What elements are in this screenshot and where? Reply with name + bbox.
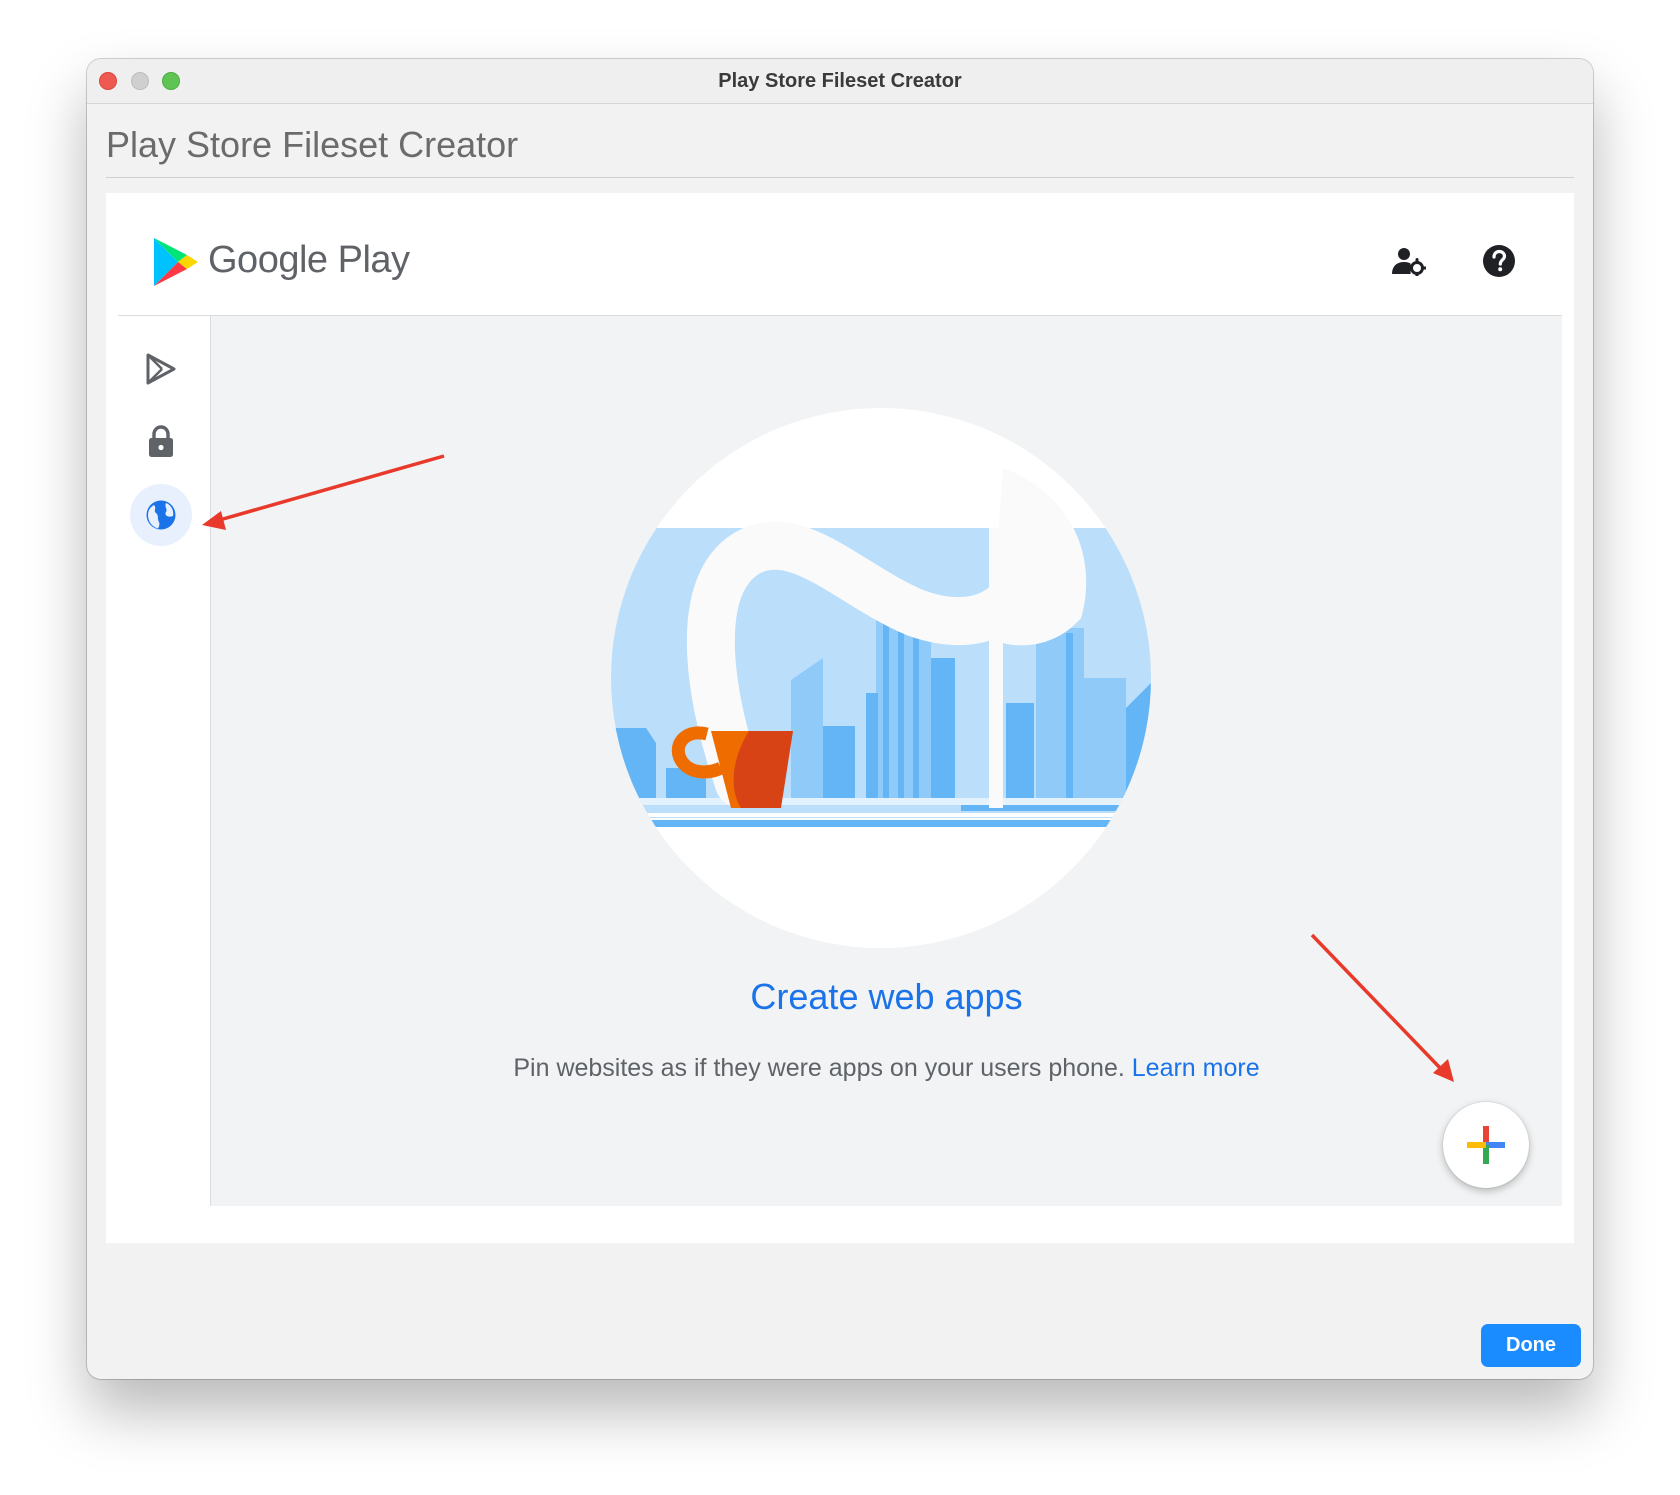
- sidebar-item-apps[interactable]: [130, 338, 192, 400]
- plus-icon: [1467, 1126, 1505, 1164]
- dialog-divider: [106, 177, 1574, 178]
- app-window: Play Store Fileset Creator Play Store Fi…: [87, 59, 1593, 1379]
- admin-settings-icon: [1392, 248, 1426, 276]
- title-bar: Play Store Fileset Creator: [87, 59, 1593, 104]
- add-web-app-button[interactable]: [1443, 1102, 1529, 1188]
- learn-more-link[interactable]: Learn more: [1132, 1054, 1260, 1082]
- side-navigation: [118, 316, 211, 1206]
- web-content-panel: Google Play Create web apps Pin websites…: [106, 193, 1574, 1243]
- sidebar-item-security[interactable]: [130, 410, 192, 472]
- main-content: Create web apps Pin websites as if they …: [211, 316, 1562, 1206]
- web-apps-illustration: [611, 408, 1151, 948]
- help-button[interactable]: [1477, 239, 1521, 283]
- done-button[interactable]: Done: [1481, 1324, 1581, 1367]
- empty-state-description-text: Pin websites as if they were apps on you…: [513, 1054, 1125, 1082]
- empty-state-title: Create web apps: [750, 976, 1023, 1017]
- dialog-title: Play Store Fileset Creator: [106, 124, 519, 165]
- google-play-wordmark: Google Play: [208, 239, 410, 281]
- google-play-logo-icon: [154, 238, 198, 286]
- window-title: Play Store Fileset Creator: [718, 70, 962, 92]
- globe-icon: [146, 500, 176, 530]
- admin-settings-button[interactable]: [1387, 239, 1431, 283]
- help-icon: [1483, 245, 1515, 277]
- lock-icon: [149, 425, 173, 457]
- play-icon: [146, 353, 176, 385]
- sidebar-item-web-apps[interactable]: [130, 484, 192, 546]
- empty-state-description: Pin websites as if they were apps on you…: [211, 1054, 1562, 1083]
